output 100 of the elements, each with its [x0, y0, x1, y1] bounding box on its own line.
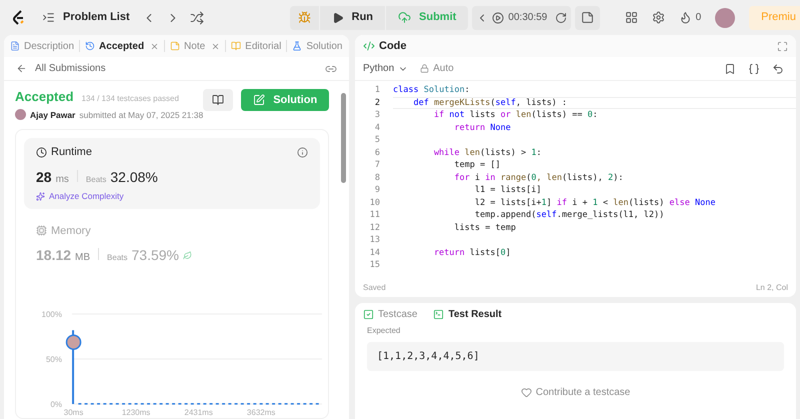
metric-value: 18.12	[36, 246, 72, 265]
line-number: 4	[374, 122, 381, 134]
panel-tab[interactable]: Solution	[306, 38, 342, 54]
logo-icon[interactable]	[12, 10, 26, 26]
history-icon[interactable]	[85, 41, 96, 51]
close-icon[interactable]	[211, 42, 220, 50]
x-tick-label: 30ms	[64, 408, 84, 417]
arrow-left-icon[interactable]	[16, 63, 27, 74]
panel-tab[interactable]: Description	[24, 38, 74, 54]
code-line: return lists[0]	[432, 248, 511, 258]
x-tick-label: 1230ms	[122, 408, 150, 417]
y-tick-label: 0%	[50, 400, 62, 409]
analyze-complexity-link[interactable]: Analyze Complexity	[49, 190, 124, 202]
code-line: def mergeKLists(self, lists) :	[412, 98, 568, 108]
save-status: Saved	[363, 282, 386, 294]
metric-unit: MB	[75, 251, 90, 265]
contribute-testcase-link[interactable]: Contribute a testcase	[536, 385, 630, 400]
expected-label: Expected	[366, 325, 402, 337]
close-icon[interactable]	[150, 42, 160, 50]
checkbox-icon[interactable]	[363, 308, 374, 320]
list-icon[interactable]	[42, 11, 55, 24]
line-number: 15	[368, 259, 381, 272]
mode-label: Auto	[433, 62, 454, 76]
flask-icon[interactable]	[292, 41, 302, 51]
line-number: 3	[374, 109, 381, 122]
panel-title: Code	[379, 38, 406, 54]
problem-list-button[interactable]: Problem List	[42, 9, 130, 26]
play-icon[interactable]	[332, 12, 344, 24]
back-link[interactable]: All Submissions	[16, 61, 106, 76]
code-line: while len(lists) > 1:	[432, 148, 542, 158]
avatar	[15, 109, 26, 120]
beats-label: Beats	[107, 252, 128, 264]
panel-tab[interactable]: Accepted	[99, 38, 144, 54]
terminal-icon[interactable]	[433, 308, 444, 320]
info-icon[interactable]	[297, 147, 308, 158]
heart-icon[interactable]	[520, 387, 532, 398]
panel-tab[interactable]: Note	[184, 38, 206, 54]
flame-icon[interactable]	[678, 11, 692, 24]
maximize-icon[interactable]	[777, 40, 788, 52]
undo-icon[interactable]	[772, 62, 784, 74]
runtime-card[interactable]: Runtime 28 ms Beats 32.08% Analyze Complexity	[24, 138, 320, 208]
code-line: class Solution:	[393, 85, 470, 95]
clock-icon	[36, 147, 47, 158]
testcases-text: 134 / 134 testcases passed	[82, 93, 179, 105]
scrollbar-thumb[interactable]	[340, 93, 346, 183]
code-line: l2 = lists[i+1] if i + 1 < len(lists) else None	[474, 198, 716, 208]
expected-output: [1,1,2,3,4,4,5,6]	[367, 342, 784, 371]
streak-counter[interactable]: 0	[678, 10, 702, 25]
line-number: 1	[374, 84, 381, 96]
status-text: Accepted	[15, 88, 74, 106]
code-icon	[363, 40, 375, 52]
metric-title: Runtime	[51, 145, 92, 160]
book-button[interactable]	[203, 89, 234, 111]
code-line: return None	[453, 122, 511, 132]
avatar[interactable]	[715, 8, 736, 28]
beats-value: 32.08%	[110, 168, 158, 187]
shuffle-icon[interactable]	[190, 10, 204, 24]
settings-icon[interactable]	[652, 11, 665, 24]
bookmark-icon[interactable]	[724, 62, 736, 74]
cursor-position: Ln 2, Col	[756, 282, 788, 294]
lock-icon	[420, 64, 430, 73]
avatar-marker	[66, 334, 82, 350]
line-number: 8	[374, 172, 381, 184]
line-number: 6	[374, 146, 381, 159]
line-number: 7	[374, 159, 381, 172]
book-icon[interactable]	[212, 94, 224, 106]
line-number: 12	[368, 222, 381, 234]
line-number: 13	[368, 234, 381, 246]
code-line: for i in range(0, len(lists), 2):	[453, 172, 624, 182]
line-number: 14	[368, 246, 381, 259]
reset-icon[interactable]	[555, 12, 568, 24]
metric-title: Memory	[51, 224, 91, 238]
leaf-icon	[183, 251, 192, 260]
line-number: 5	[374, 134, 381, 146]
run-button[interactable]: Run	[318, 6, 386, 30]
metric-value: 28	[36, 168, 52, 187]
line-number: 2	[374, 96, 381, 109]
y-tick-label: 100%	[42, 310, 62, 319]
panel-tab[interactable]: Editorial	[245, 38, 282, 54]
grid-icon[interactable]	[624, 11, 638, 24]
line-number: 10	[368, 196, 381, 209]
panel-tab[interactable]: Test Result	[448, 306, 502, 322]
document-icon[interactable]	[10, 41, 20, 51]
code-line: l1 = lists[i]	[474, 185, 542, 195]
code-line: if not lists or len(lists) == 0:	[432, 110, 598, 120]
code-line: temp = []	[453, 160, 500, 170]
edit-icon[interactable]	[253, 94, 266, 106]
sparkle-icon	[36, 192, 45, 201]
beats-value: 73.59%	[132, 246, 179, 265]
language-dropdown[interactable]: Python	[363, 61, 408, 76]
line-number: 9	[374, 184, 381, 196]
author-name[interactable]: Ajay Pawar	[30, 108, 76, 122]
x-tick-label: 2431ms	[184, 408, 213, 417]
panel-tab[interactable]: Testcase	[378, 306, 418, 322]
submission-time: submitted at May 07, 2025 21:38	[79, 108, 204, 122]
solution-button[interactable]: Solution	[241, 89, 330, 111]
note-icon[interactable]	[581, 11, 594, 24]
play-icon[interactable]	[492, 12, 504, 24]
chip-icon	[36, 225, 47, 236]
braces-icon[interactable]	[748, 62, 760, 74]
